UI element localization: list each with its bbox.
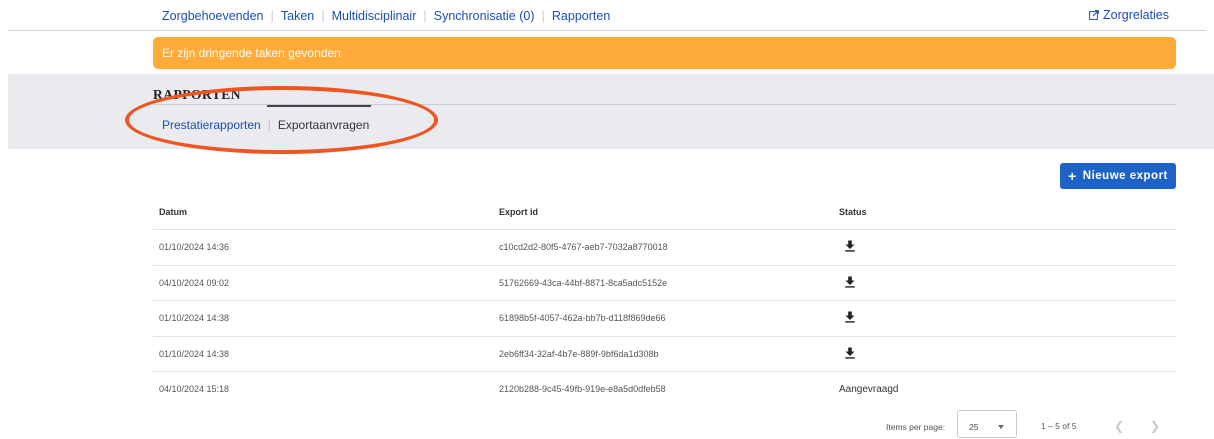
cell-datum: 01/10/2024 14:38 <box>159 348 230 359</box>
alert-text: Er zijn dringende taken gevonden <box>162 46 341 60</box>
table-row: 01/10/2024 14:38 2eb6ff34-32af-4b7e-889f… <box>153 337 1176 372</box>
items-per-page-label: Items per page: <box>886 422 946 432</box>
page-range: 1 – 5 of 5 <box>1041 421 1077 431</box>
items-per-page-value: 25 <box>969 422 979 432</box>
cell-status: Aangevraagd <box>833 384 1176 395</box>
table-header: Datum Export id Status <box>153 195 1176 230</box>
tab-exportaanvragen[interactable]: Exportaanvragen <box>278 118 369 132</box>
exports-table: Datum Export id Status 01/10/2024 14:36 … <box>153 195 1176 408</box>
download-icon[interactable] <box>844 276 856 288</box>
cell-status <box>833 276 1176 290</box>
top-navigation: Zorgbehoevenden | Taken | Multidisciplin… <box>0 0 1214 30</box>
cell-export-id: 51762669-43ca-44bf-8871-8ca5adc5152e <box>499 277 668 288</box>
column-header-datum[interactable]: Datum <box>153 207 493 217</box>
zorgrelaties-link[interactable]: Zorgrelaties <box>1089 8 1169 22</box>
header-divider <box>8 30 1206 31</box>
download-icon[interactable] <box>844 240 856 252</box>
chevron-left-icon[interactable]: ❮ <box>1114 419 1124 433</box>
urgent-tasks-alert[interactable]: Er zijn dringende taken gevonden <box>153 37 1176 69</box>
tab-prestatierapporten[interactable]: Prestatierapporten <box>162 118 261 132</box>
nav-multidisciplinair[interactable]: Multidisciplinair <box>332 9 417 23</box>
chevron-down-icon <box>998 425 1004 429</box>
nav-zorgbehoevenden[interactable]: Zorgbehoevenden <box>162 9 263 23</box>
download-icon[interactable] <box>844 311 856 323</box>
download-icon[interactable] <box>844 347 856 359</box>
cell-export-id: c10cd2d2-80f5-4767-aeb7-7032a8770018 <box>499 242 668 253</box>
table-row: 01/10/2024 14:38 61898b5f-4057-462a-bb7b… <box>153 301 1176 337</box>
cell-datum: 04/10/2024 09:02 <box>159 277 230 288</box>
nav-separator: | <box>321 8 325 23</box>
nav-separator: | <box>270 8 274 23</box>
column-header-status[interactable]: Status <box>833 207 1176 217</box>
table-row: 01/10/2024 14:36 c10cd2d2-80f5-4767-aeb7… <box>153 230 1176 266</box>
column-header-export-id[interactable]: Export id <box>493 207 833 217</box>
plus-icon: + <box>1068 168 1077 184</box>
page-title: RAPPORTEN <box>153 87 242 102</box>
active-tab-indicator <box>267 105 371 107</box>
table-row: 04/10/2024 09:02 51762669-43ca-44bf-8871… <box>153 266 1176 301</box>
cell-export-id: 61898b5f-4057-462a-bb7b-d118f869de66 <box>499 313 666 324</box>
nav-rapporten[interactable]: Rapporten <box>552 9 610 23</box>
cell-export-id: 2120b288-9c45-49fb-919e-e8a5d0dfeb58 <box>499 384 666 395</box>
cell-status <box>833 240 1176 254</box>
cell-export-id: 2eb6ff34-32af-4b7e-889f-9bf6da1d308b <box>499 348 659 359</box>
external-link-icon <box>1089 10 1099 20</box>
cell-status <box>833 311 1176 325</box>
items-per-page-select[interactable]: 25 <box>957 410 1017 438</box>
cell-datum: 04/10/2024 15:18 <box>159 384 230 395</box>
new-export-button[interactable]: + Nieuwe export <box>1060 163 1176 189</box>
main-nav-links: Zorgbehoevenden | Taken | Multidisciplin… <box>162 8 610 23</box>
table-row: 04/10/2024 15:18 2120b288-9c45-49fb-919e… <box>153 372 1176 408</box>
chevron-right-icon[interactable]: ❯ <box>1150 419 1160 433</box>
nav-taken[interactable]: Taken <box>281 9 314 23</box>
nav-separator: | <box>541 8 545 23</box>
cell-status <box>833 347 1176 361</box>
cell-datum: 01/10/2024 14:38 <box>159 313 230 324</box>
tab-separator: | <box>267 118 271 132</box>
paginator: Items per page: 25 1 – 5 of 5 ❮ ❯ <box>0 410 1214 438</box>
zorgrelaties-label: Zorgrelaties <box>1103 8 1169 22</box>
nav-separator: | <box>423 8 427 23</box>
nav-synchronisatie[interactable]: Synchronisatie (0) <box>434 9 535 23</box>
new-export-label: Nieuwe export <box>1082 170 1168 182</box>
section-header: RAPPORTEN Prestatierapporten | Exportaan… <box>8 74 1214 149</box>
status-label: Aangevraagd <box>839 383 899 395</box>
report-tabs: Prestatierapporten | Exportaanvragen <box>162 118 369 132</box>
cell-datum: 01/10/2024 14:36 <box>159 242 230 253</box>
